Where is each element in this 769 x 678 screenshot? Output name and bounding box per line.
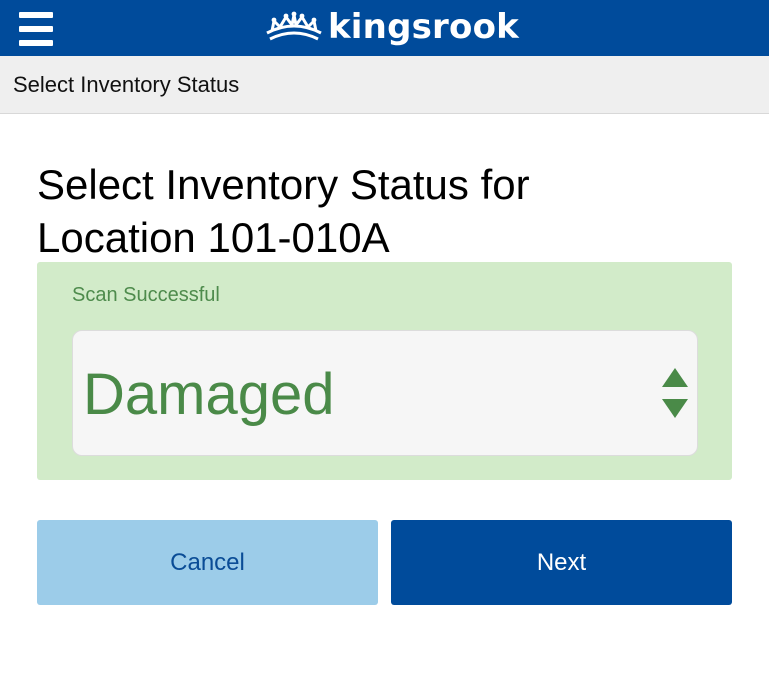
cancel-button[interactable]: Cancel <box>37 520 378 605</box>
subheader-title: Select Inventory Status <box>13 72 240 97</box>
page-title-line-2: Location 101-010A <box>37 214 390 261</box>
next-button[interactable]: Next <box>391 520 732 605</box>
crown-logo-icon <box>266 11 322 41</box>
selected-status-value: Damaged <box>83 362 335 427</box>
brand: kingsrook <box>264 4 519 50</box>
up-down-arrows-icon <box>662 368 688 418</box>
scan-status-message: Scan Successful <box>72 284 220 306</box>
scan-result-panel: Scan Successful Damaged <box>37 262 732 480</box>
top-bar: kingsrook <box>0 0 769 56</box>
inventory-status-select[interactable]: Damaged <box>72 330 698 456</box>
subheader: Select Inventory Status <box>0 56 769 114</box>
page-title-line-1: Select Inventory Status for <box>37 161 530 208</box>
brand-name: kingsrook <box>328 7 519 47</box>
hamburger-menu-icon[interactable] <box>19 12 55 46</box>
page-title: Select Inventory Status for Location 101… <box>37 158 737 264</box>
